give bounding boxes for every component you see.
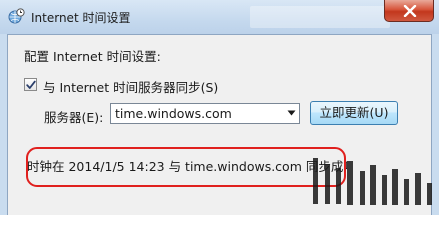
sync-checkbox-label[interactable]: 与 Internet 时间服务器同步(S) — [43, 77, 218, 96]
sync-checkbox[interactable] — [24, 78, 37, 91]
server-input[interactable] — [111, 104, 281, 123]
server-combobox[interactable] — [110, 103, 300, 124]
close-button[interactable] — [384, 0, 434, 22]
watermark-overlay — [313, 158, 432, 205]
globe-clock-icon — [8, 8, 25, 25]
update-now-button[interactable]: 立即更新(U) — [310, 101, 398, 125]
window-title: Internet 时间设置 — [31, 11, 131, 25]
title-bar-blur — [250, 6, 390, 28]
check-icon — [26, 80, 36, 89]
title-bar[interactable]: Internet 时间设置 — [0, 0, 439, 34]
internet-time-settings-window: Internet 时间设置 配置 Internet 时间设置: 与 Intern… — [0, 0, 439, 215]
chevron-down-icon[interactable] — [287, 110, 296, 116]
server-label: 服务器(E): — [44, 110, 104, 125]
close-icon — [403, 5, 417, 17]
config-heading: 配置 Internet 时间设置: — [24, 49, 161, 64]
